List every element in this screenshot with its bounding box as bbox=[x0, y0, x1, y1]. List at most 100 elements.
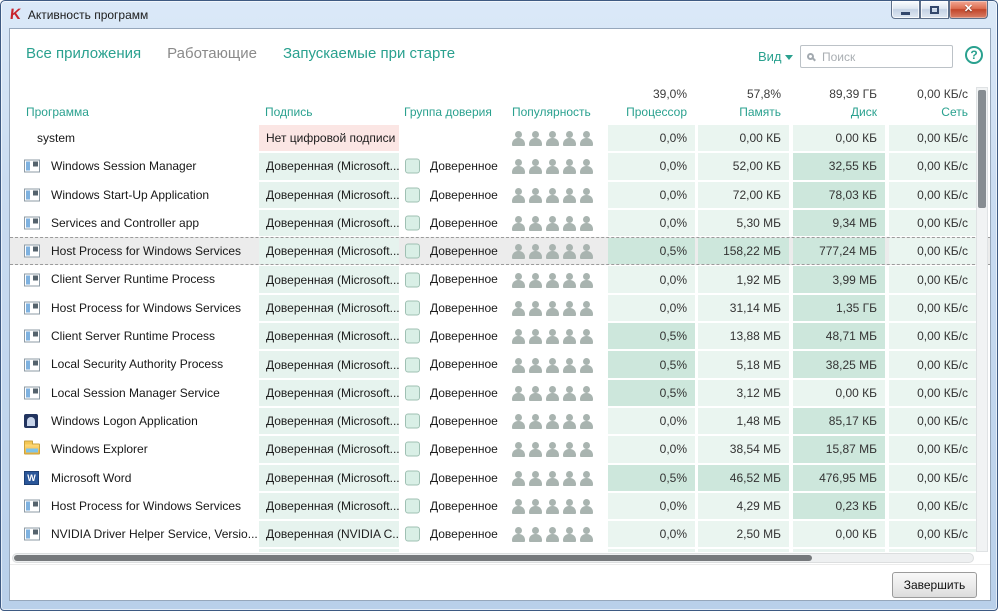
trust-group-label: Доверенное bbox=[430, 407, 498, 435]
network-cell: 0,00 КБ/с bbox=[889, 493, 976, 519]
minimize-button[interactable] bbox=[891, 1, 920, 19]
word-icon: W bbox=[24, 471, 39, 485]
disk-cell: 0,23 КБ bbox=[793, 493, 885, 519]
close-button[interactable]: ✕ bbox=[949, 1, 988, 19]
popularity-rating bbox=[512, 413, 593, 429]
disk-cell: 32,55 КБ bbox=[793, 153, 885, 179]
content-panel: Все приложения Работающие Запускаемые пр… bbox=[9, 28, 991, 601]
trust-group-checkbox[interactable] bbox=[405, 527, 420, 542]
signature-cell: Доверенная (Microsoft... bbox=[259, 153, 399, 179]
table-row[interactable]: Client Server Runtime ProcessДоверенная … bbox=[10, 265, 990, 293]
person-icon bbox=[546, 526, 559, 542]
memory-cell: 31,14 МБ bbox=[698, 295, 789, 321]
column-header-program[interactable]: Программа bbox=[26, 105, 89, 119]
vertical-scrollbar-thumb[interactable] bbox=[978, 90, 986, 208]
view-dropdown[interactable]: Вид bbox=[758, 49, 793, 64]
horizontal-scrollbar-thumb[interactable] bbox=[14, 555, 812, 561]
column-header-cpu[interactable]: Процессор bbox=[608, 105, 695, 119]
memory-cell: 46,52 МБ bbox=[698, 465, 789, 491]
trust-group-checkbox[interactable] bbox=[405, 470, 420, 485]
tab-all-applications[interactable]: Все приложения bbox=[26, 45, 141, 62]
disk-cell: 3,99 МБ bbox=[793, 266, 885, 292]
table-row[interactable]: Windows Session ManagerДоверенная (Micro… bbox=[10, 152, 990, 180]
disk-cell: 777,24 МБ bbox=[793, 238, 885, 264]
tab-startup[interactable]: Запускаемые при старте bbox=[283, 45, 455, 62]
table-row[interactable]: WMicrosoft WordДоверенная (Microsoft...Д… bbox=[10, 464, 990, 492]
column-header-trust[interactable]: Группа доверия bbox=[404, 105, 492, 119]
person-icon bbox=[580, 357, 593, 373]
person-icon bbox=[563, 385, 576, 401]
person-icon bbox=[580, 385, 593, 401]
trust-group-checkbox[interactable] bbox=[405, 216, 420, 231]
person-icon bbox=[563, 187, 576, 203]
table-row[interactable]: Client Server Runtime ProcessДоверенная … bbox=[10, 322, 990, 350]
horizontal-scrollbar[interactable] bbox=[12, 553, 974, 563]
table-row[interactable]: systemНет цифровой подписи0,0%0,00 КБ0,0… bbox=[10, 124, 990, 152]
signature-cell: Доверенная (Microsoft... bbox=[259, 295, 399, 321]
person-icon bbox=[546, 328, 559, 344]
person-icon bbox=[546, 187, 559, 203]
person-icon bbox=[546, 385, 559, 401]
table-row[interactable]: Windows ExplorerДоверенная (Microsoft...… bbox=[10, 435, 990, 463]
network-cell: 0,00 КБ/с bbox=[889, 182, 976, 208]
trust-group-checkbox[interactable] bbox=[405, 385, 420, 400]
trust-group-checkbox[interactable] bbox=[405, 414, 420, 429]
help-button[interactable]: ? bbox=[965, 46, 983, 64]
person-icon bbox=[580, 413, 593, 429]
table-row[interactable] bbox=[10, 548, 990, 552]
table-row[interactable]: Windows Start-Up ApplicationДоверенная (… bbox=[10, 181, 990, 209]
table-row[interactable]: Local Security Authority ProcessДоверенн… bbox=[10, 350, 990, 378]
trust-group-checkbox[interactable] bbox=[405, 187, 420, 202]
trust-group-checkbox[interactable] bbox=[405, 357, 420, 372]
table-row[interactable]: Host Process for Windows ServicesДоверен… bbox=[10, 294, 990, 322]
person-icon bbox=[512, 243, 525, 259]
maximize-button[interactable] bbox=[920, 1, 949, 19]
trust-group-label: Доверенное bbox=[430, 322, 498, 350]
footer-bar: Завершить bbox=[10, 564, 990, 600]
column-header-disk[interactable]: Диск bbox=[793, 105, 885, 119]
table-row[interactable]: NVIDIA Driver Helper Service, Versio...Д… bbox=[10, 520, 990, 548]
person-icon bbox=[512, 470, 525, 486]
table-row[interactable]: Windows Logon ApplicationДоверенная (Mic… bbox=[10, 407, 990, 435]
program-name: system bbox=[37, 124, 75, 152]
trust-group-checkbox[interactable] bbox=[405, 272, 420, 287]
application-icon bbox=[24, 330, 40, 343]
trust-group-checkbox[interactable] bbox=[405, 329, 420, 344]
trust-group-checkbox[interactable] bbox=[405, 442, 420, 457]
cpu-cell: 0,0% bbox=[608, 266, 695, 292]
person-icon bbox=[580, 215, 593, 231]
column-header-net[interactable]: Сеть bbox=[889, 105, 976, 119]
signature-cell: Доверенная (NVIDIA C... bbox=[259, 521, 399, 547]
network-cell: 0,00 КБ/с bbox=[889, 210, 976, 236]
tab-running[interactable]: Работающие bbox=[167, 45, 257, 62]
memory-cell: 52,00 КБ bbox=[698, 153, 789, 179]
trust-group-label: Доверенное bbox=[430, 209, 498, 237]
column-header-popularity[interactable]: Популярность bbox=[512, 105, 591, 119]
memory-cell: 38,54 МБ bbox=[698, 436, 789, 462]
column-header-signature[interactable]: Подпись bbox=[265, 105, 313, 119]
column-header-mem[interactable]: Память bbox=[698, 105, 789, 119]
search-input[interactable] bbox=[820, 49, 946, 65]
network-cell: 0,00 КБ/с bbox=[889, 380, 976, 406]
popularity-rating bbox=[512, 300, 593, 316]
program-name: Host Process for Windows Services bbox=[51, 492, 241, 520]
terminate-button[interactable]: Завершить bbox=[892, 572, 977, 598]
cpu-cell: 0,5% bbox=[608, 323, 695, 349]
person-icon bbox=[563, 357, 576, 373]
trust-group-checkbox[interactable] bbox=[405, 244, 420, 259]
stat-disk-total: 89,39 ГБ bbox=[793, 87, 885, 101]
popularity-rating bbox=[512, 130, 593, 146]
network-cell: 0,00 КБ/с bbox=[889, 295, 976, 321]
network-cell: 0,00 КБ/с bbox=[889, 351, 976, 377]
table-row[interactable]: Local Session Manager ServiceДоверенная … bbox=[10, 379, 990, 407]
trust-group-checkbox[interactable] bbox=[405, 300, 420, 315]
table-row[interactable]: Host Process for Windows ServicesДоверен… bbox=[10, 492, 990, 520]
vertical-scrollbar[interactable] bbox=[976, 87, 988, 552]
person-icon bbox=[512, 187, 525, 203]
trust-group-checkbox[interactable] bbox=[405, 159, 420, 174]
cpu-cell: 0,5% bbox=[608, 238, 695, 264]
person-icon bbox=[529, 187, 542, 203]
table-row[interactable]: Services and Controller appДоверенная (M… bbox=[10, 209, 990, 237]
trust-group-checkbox[interactable] bbox=[405, 499, 420, 514]
table-row[interactable]: Host Process for Windows ServicesДоверен… bbox=[10, 237, 990, 265]
